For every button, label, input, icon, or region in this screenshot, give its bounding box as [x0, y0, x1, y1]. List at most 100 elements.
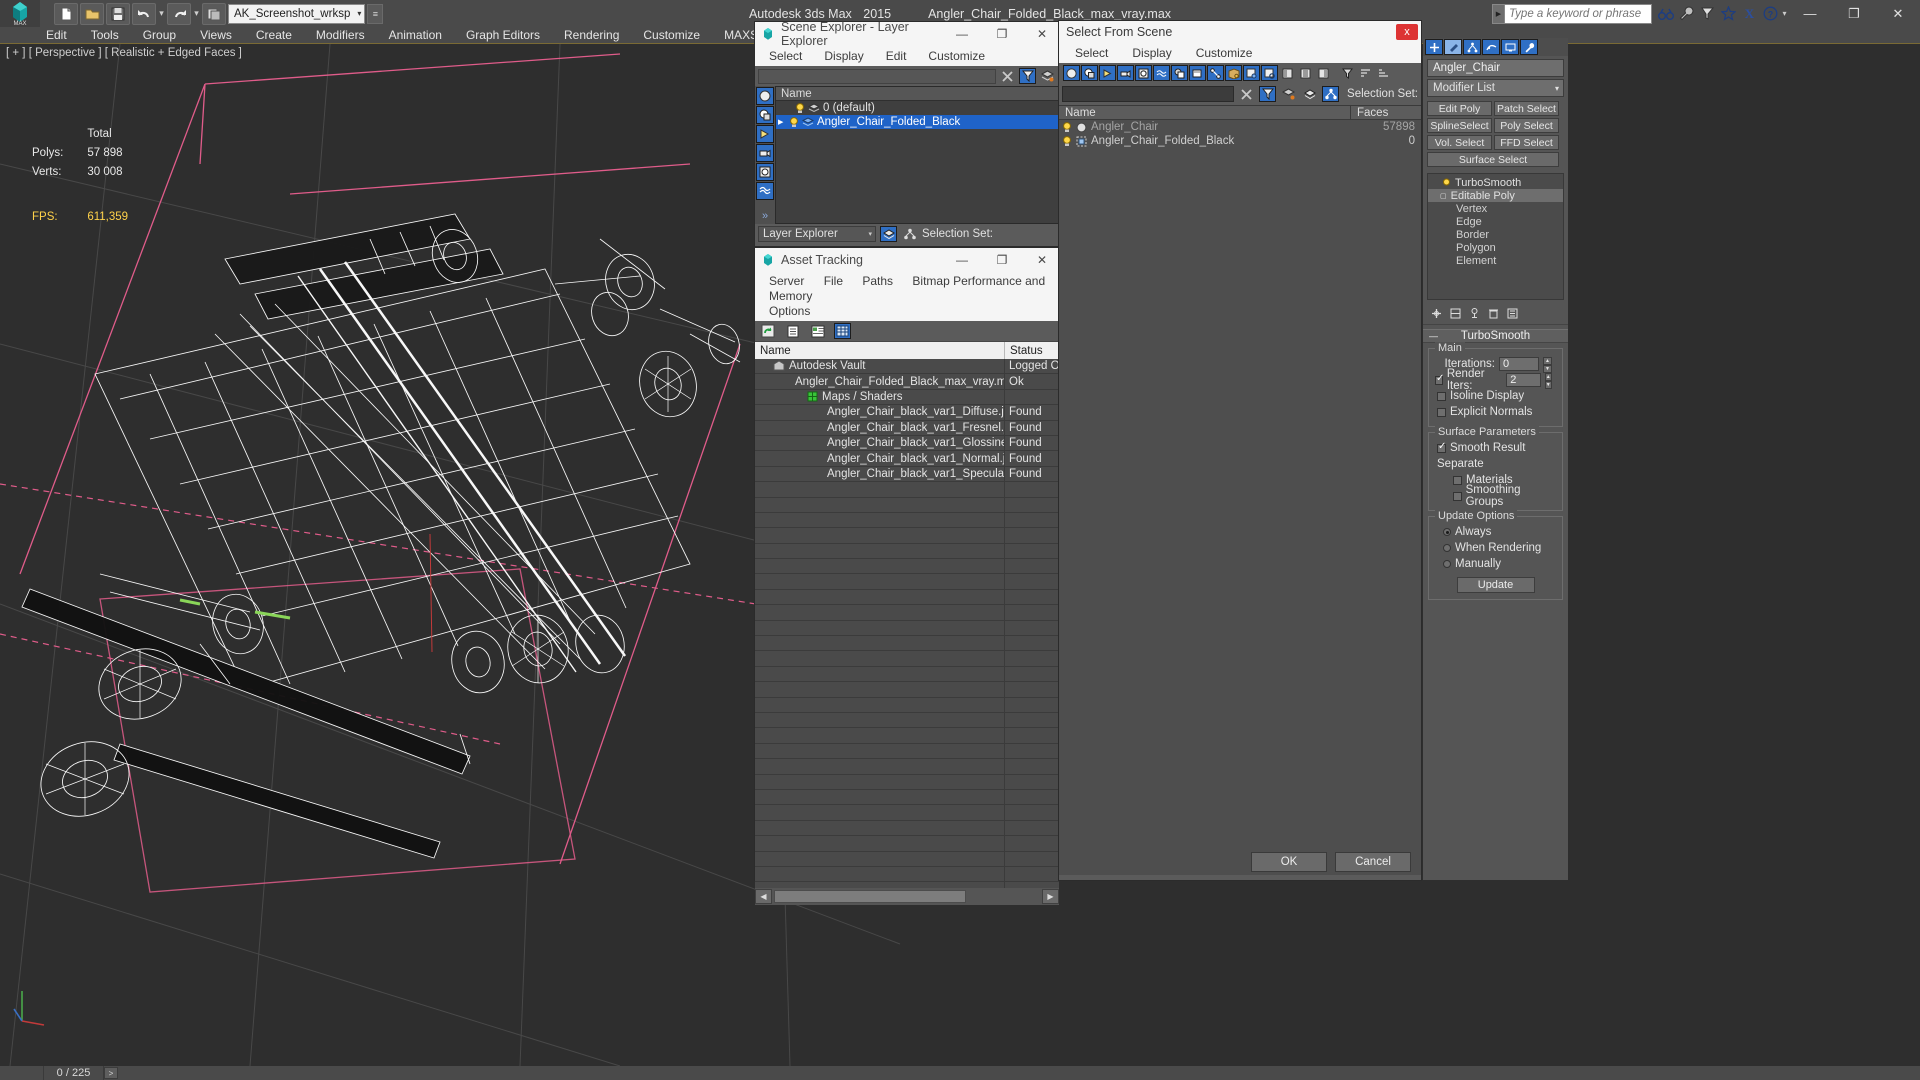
- sfs-menu-customize[interactable]: Customize: [1196, 46, 1253, 60]
- expand-arrow-icon[interactable]: ▶: [778, 118, 786, 126]
- filter-shapes-icon[interactable]: [756, 106, 774, 124]
- scene-explorer-minimize-button[interactable]: —: [945, 22, 979, 46]
- exchange-app-icon[interactable]: X: [1739, 3, 1760, 25]
- sfs-menu-select[interactable]: Select: [1075, 46, 1108, 60]
- object-name-field[interactable]: Angler_Chair: [1427, 59, 1564, 77]
- tab-motion[interactable]: [1482, 39, 1500, 55]
- detail-view-icon[interactable]: [809, 323, 826, 339]
- asset-row[interactable]: Angler_Chair_Folded_Black_max_vray.max O…: [755, 374, 1059, 390]
- asset-tracking-menu-paths[interactable]: Paths: [862, 274, 893, 288]
- turbosmooth-rollup[interactable]: TurboSmooth Main Iterations: 0 ▲▼ Render…: [1423, 329, 1568, 600]
- menu-item-modifiers[interactable]: Modifiers: [304, 27, 377, 44]
- undo-icon[interactable]: [132, 2, 156, 25]
- cancel-button[interactable]: Cancel: [1335, 852, 1411, 872]
- set-project-folder-icon[interactable]: [202, 2, 226, 25]
- selection-set-icon[interactable]: [901, 226, 918, 242]
- help-icon[interactable]: ?: [1760, 3, 1781, 25]
- lightbulb-small-icon[interactable]: [1442, 178, 1451, 187]
- filter-more-icon[interactable]: »: [762, 210, 768, 222]
- menu-item-animation[interactable]: Animation: [377, 27, 454, 44]
- list-columns-3-icon[interactable]: [1315, 65, 1332, 81]
- asset-tracking-minimize-button[interactable]: —: [945, 248, 979, 272]
- sfs-object-row[interactable]: Angler_Chair_Folded_Black 0: [1059, 134, 1421, 148]
- redo-icon[interactable]: [167, 2, 191, 25]
- next-frame-arrow-icon[interactable]: >: [104, 1067, 118, 1079]
- asset-tracking-menu-bitmap-performance[interactable]: Bitmap Performance and Memory: [769, 274, 1045, 303]
- ok-button[interactable]: OK: [1251, 852, 1327, 872]
- search-binoculars-icon[interactable]: [1655, 3, 1676, 25]
- scene-explorer-menu-select[interactable]: Select: [769, 49, 802, 63]
- asset-tracking-titlebar[interactable]: Asset Tracking — ❐ ✕: [755, 248, 1059, 272]
- menu-item-views[interactable]: Views: [188, 27, 244, 44]
- scene-explorer-find-input[interactable]: [758, 68, 996, 84]
- window-restore-button[interactable]: ❐: [1832, 0, 1876, 27]
- filter-bones-icon[interactable]: [1207, 65, 1224, 81]
- menu-item-graph-editors[interactable]: Graph Editors: [454, 27, 552, 44]
- modifier-button-ffd-select[interactable]: FFD Select: [1494, 135, 1559, 150]
- pin-stack-icon[interactable]: [1428, 305, 1444, 321]
- filter-lights-icon[interactable]: [1099, 65, 1116, 81]
- menu-item-create[interactable]: Create: [244, 27, 304, 44]
- update-always-radio[interactable]: [1443, 528, 1451, 536]
- filter-spacewarps-icon[interactable]: [756, 182, 774, 200]
- asset-tracking-window[interactable]: Asset Tracking — ❐ ✕ Server File Paths B…: [754, 247, 1060, 905]
- select-from-scene-close-button[interactable]: x: [1396, 24, 1418, 40]
- sfs-filter-icon[interactable]: [1339, 65, 1356, 81]
- asset-row[interactable]: Angler_Chair_black_var1_Fresnel.jpg Foun…: [755, 420, 1059, 436]
- smooth-result-checkbox[interactable]: [1437, 441, 1446, 453]
- list-columns-2-icon[interactable]: [1297, 65, 1314, 81]
- layer-row-default[interactable]: 0 (default): [776, 101, 1058, 115]
- filter-spacewarps-icon[interactable]: [1153, 65, 1170, 81]
- scene-explorer-menu-edit[interactable]: Edit: [886, 49, 907, 63]
- clear-find-icon[interactable]: [999, 68, 1016, 84]
- select-from-scene-object-list[interactable]: Name Faces Angler_Chair 57898 Angler_Cha…: [1059, 105, 1421, 875]
- viewport-label[interactable]: [ + ] [ Perspective ] [ Realistic + Edge…: [6, 47, 242, 59]
- filter-groups-icon[interactable]: [1171, 65, 1188, 81]
- list-view-icon[interactable]: [784, 323, 801, 339]
- help-dropdown-arrow-icon[interactable]: ▾: [1781, 9, 1788, 18]
- sfs-menu-display[interactable]: Display: [1132, 46, 1171, 60]
- turbosmooth-rollup-header[interactable]: TurboSmooth: [1423, 329, 1568, 343]
- scene-explorer-menu-customize[interactable]: Customize: [928, 49, 985, 63]
- sfs-search-input[interactable]: [1062, 86, 1235, 102]
- asset-tracking-table[interactable]: Name Status Autodesk Vault Logged Out An…: [755, 342, 1059, 888]
- scene-explorer-maximize-button[interactable]: ❐: [985, 22, 1019, 46]
- modifier-button-spline-select[interactable]: SplineSelect: [1427, 118, 1492, 133]
- stack-sublevel-element[interactable]: Element: [1428, 254, 1563, 267]
- asset-tracking-menu-options[interactable]: Options: [769, 304, 1059, 319]
- filter-cameras-icon[interactable]: [756, 144, 774, 162]
- column-header-status[interactable]: Status: [1005, 342, 1059, 359]
- render-iters-checkbox[interactable]: [1435, 373, 1444, 385]
- layers-icon[interactable]: [1039, 68, 1056, 84]
- configure-modifier-sets-icon[interactable]: [1504, 305, 1520, 321]
- stack-sublevel-polygon[interactable]: Polygon: [1428, 241, 1563, 254]
- window-minimize-button[interactable]: —: [1788, 0, 1832, 27]
- lightbulb-icon[interactable]: [789, 116, 799, 128]
- modifier-stack[interactable]: TurboSmooth ▢ Editable Poly Vertex Edge …: [1427, 173, 1564, 300]
- tab-hierarchy[interactable]: [1463, 39, 1481, 55]
- modifier-button-poly-select[interactable]: Poly Select: [1494, 118, 1559, 133]
- asset-tracking-menu-server[interactable]: Server: [769, 274, 804, 288]
- filter-lights-icon[interactable]: [756, 125, 774, 143]
- refresh-icon[interactable]: [759, 323, 776, 339]
- window-close-button[interactable]: ✕: [1876, 0, 1920, 27]
- modifier-button-surface-select[interactable]: Surface Select: [1427, 152, 1559, 167]
- search-dropdown-arrow-icon[interactable]: ▶: [1492, 3, 1504, 24]
- asset-tracking-horizontal-scrollbar[interactable]: ◀ ▶: [755, 888, 1059, 905]
- menu-item-rendering[interactable]: Rendering: [552, 27, 631, 44]
- scene-explorer-column-name[interactable]: Name: [776, 87, 1058, 101]
- stack-expand-icon[interactable]: ▢: [1440, 192, 1447, 200]
- filter-xrefs-icon[interactable]: [1189, 65, 1206, 81]
- lightbulb-icon[interactable]: [1062, 121, 1072, 133]
- update-when-rendering-radio[interactable]: [1443, 544, 1451, 552]
- menu-item-tools[interactable]: Tools: [79, 27, 131, 44]
- lightbulb-icon[interactable]: [795, 102, 805, 114]
- tab-display[interactable]: [1501, 39, 1519, 55]
- asset-row[interactable]: Autodesk Vault Logged Out: [755, 359, 1059, 375]
- stack-sublevel-edge[interactable]: Edge: [1428, 215, 1563, 228]
- menu-item-edit[interactable]: Edit: [34, 27, 79, 44]
- iterations-spinner[interactable]: ▲ ▼: [1543, 357, 1552, 373]
- scroll-left-arrow-icon[interactable]: ◀: [755, 889, 772, 904]
- filter-helpers-icon[interactable]: [1135, 65, 1152, 81]
- modifier-list-dropdown[interactable]: Modifier List: [1427, 79, 1564, 97]
